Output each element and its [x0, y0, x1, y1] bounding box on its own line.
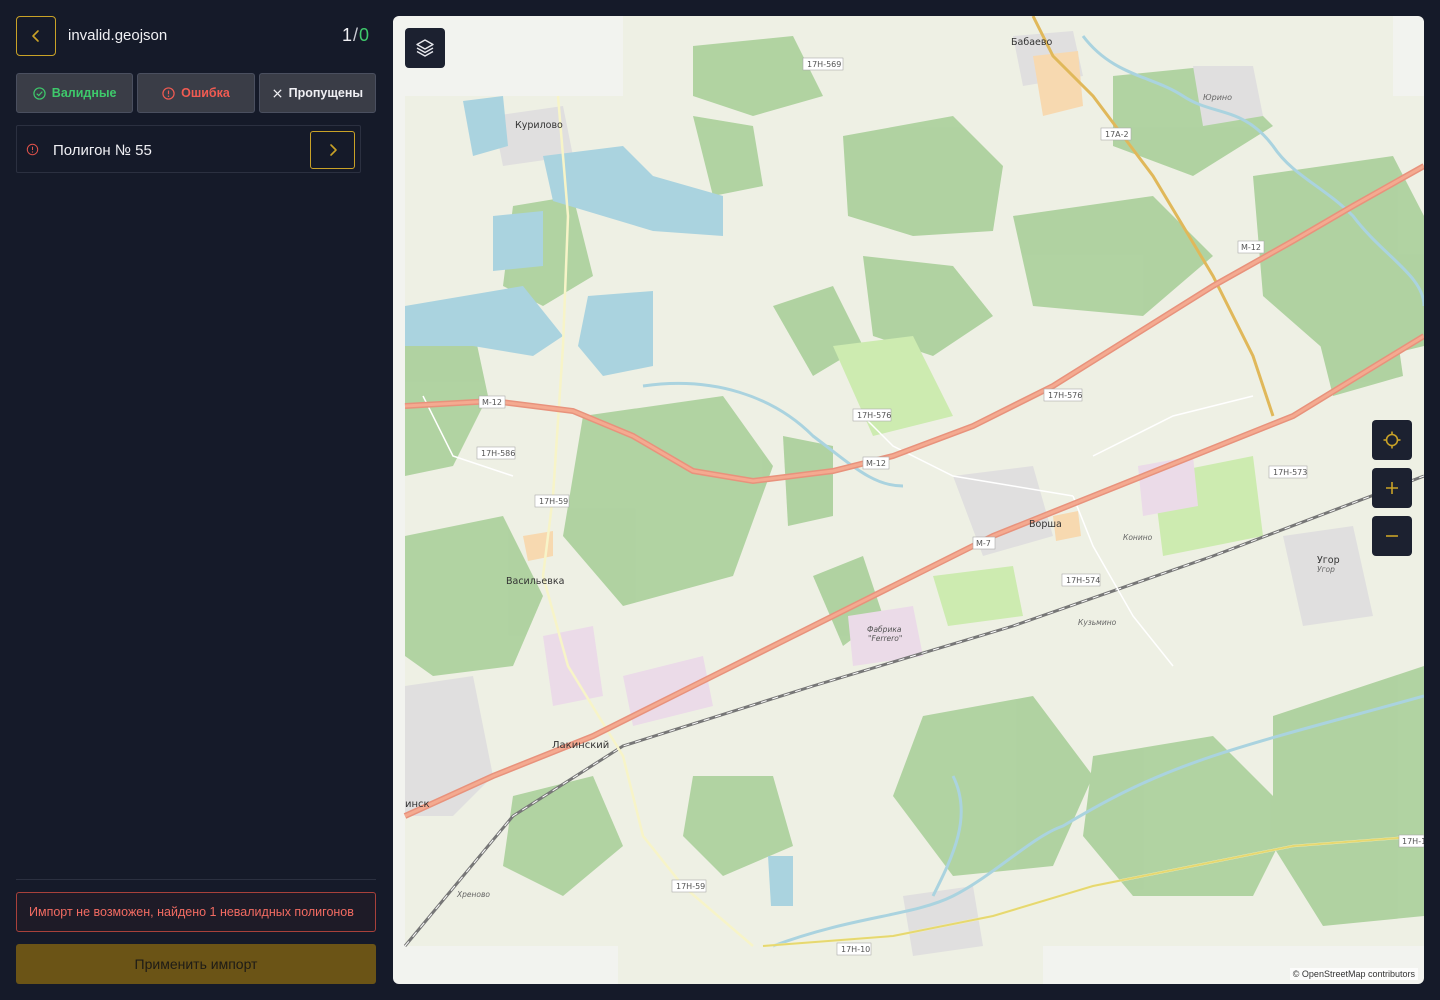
plus-icon	[1386, 482, 1398, 494]
back-button[interactable]	[16, 16, 56, 56]
close-icon	[272, 88, 282, 98]
polygon-label: Полигон № 55	[53, 142, 152, 159]
place-label: Кузьмино	[1078, 618, 1117, 627]
alert-circle-icon	[162, 86, 175, 100]
counter-total: 0	[359, 25, 370, 45]
place-label: "Ferrero"	[868, 634, 902, 643]
road-label: 17Н-569	[807, 60, 841, 69]
road-label: М-12	[482, 398, 502, 407]
counter-separator: /	[353, 25, 359, 45]
filter-error-button[interactable]: Ошибка	[137, 73, 255, 113]
apply-import-button[interactable]: Применить импорт	[16, 944, 376, 984]
place-label: Бабаево	[1011, 37, 1052, 48]
crosshair-icon	[1383, 431, 1401, 449]
road-label: 17Н-59	[539, 497, 568, 506]
map-attribution[interactable]: © OpenStreetMap contributors	[1289, 968, 1418, 980]
road-label: М-7	[976, 539, 991, 548]
filter-skipped-label: Пропущены	[288, 86, 364, 100]
road-label: 17Н-59	[676, 882, 705, 891]
filter-skipped-button[interactable]: Пропущены	[258, 73, 376, 113]
list-item[interactable]: Полигон № 55	[16, 125, 361, 173]
map-view[interactable]: 17Н-569 17А-2 М-12 М-12 М-12 17Н-576 17Н…	[393, 16, 1424, 984]
filter-valid-button[interactable]: Валидные	[16, 73, 134, 113]
place-label: Лакинский	[552, 740, 609, 751]
chevron-right-icon	[329, 144, 337, 156]
road-label: 17Н-573	[1273, 468, 1307, 477]
road-label: 17Н-1	[1402, 837, 1424, 846]
road-label: 17Н-576	[857, 411, 891, 420]
road-label: М-12	[866, 459, 886, 468]
chevron-left-icon	[32, 30, 39, 42]
place-label: Юрино	[1203, 93, 1232, 102]
minus-icon	[1386, 535, 1398, 537]
zoom-in-button[interactable]	[1372, 468, 1412, 508]
polygon-counter: 1/0	[342, 25, 369, 46]
divider	[16, 879, 376, 880]
alert-circle-icon	[26, 143, 39, 156]
sidebar: invalid.geojson 1/0 Валидные Ошибка Проп…	[0, 0, 392, 1000]
filter-error-label: Ошибка	[181, 86, 230, 100]
place-label: Курилово	[515, 120, 563, 131]
counter-current: 1	[342, 25, 353, 45]
layers-icon	[416, 39, 434, 57]
zoom-out-button[interactable]	[1372, 516, 1412, 556]
place-label: Угор	[1317, 565, 1335, 574]
map-canvas[interactable]: 17Н-569 17А-2 М-12 М-12 М-12 17Н-576 17Н…	[393, 16, 1424, 984]
place-label: Хреново	[456, 890, 490, 899]
place-label: Ворша	[1029, 519, 1062, 530]
filter-tabs: Валидные Ошибка Пропущены	[16, 73, 376, 113]
locate-button[interactable]	[1372, 420, 1412, 460]
road-label: 17Н-586	[481, 449, 515, 458]
file-name: invalid.geojson	[68, 27, 168, 44]
road-label: 17А-2	[1105, 130, 1129, 139]
road-label: 17Н-576	[1048, 391, 1082, 400]
layers-button[interactable]	[405, 28, 445, 68]
open-polygon-button[interactable]	[310, 131, 355, 169]
filter-valid-label: Валидные	[51, 86, 117, 100]
import-error-alert: Импорт не возможен, найдено 1 невалидных…	[16, 892, 376, 932]
place-label: Конино	[1123, 533, 1153, 542]
place-label: Васильевка	[506, 576, 564, 587]
check-circle-icon	[33, 86, 46, 100]
road-label: 17Н-574	[1066, 576, 1100, 585]
road-label: М-12	[1241, 243, 1261, 252]
road-label: 17Н-10	[841, 945, 870, 954]
place-label: инск	[405, 799, 430, 810]
place-label: Фабрика	[867, 625, 902, 634]
